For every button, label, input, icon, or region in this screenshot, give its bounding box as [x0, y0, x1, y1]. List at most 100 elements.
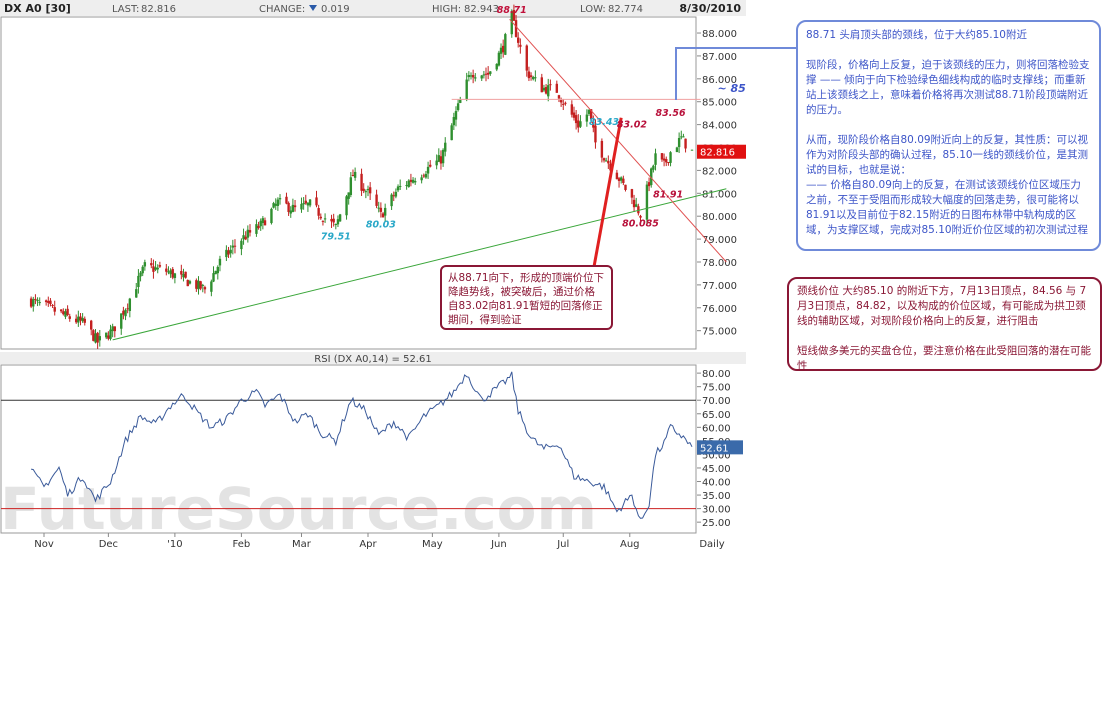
candle-body	[197, 280, 200, 290]
symbol-label: DX A0 [30]	[4, 2, 71, 15]
candle-body	[81, 317, 84, 322]
candle-body	[293, 205, 297, 208]
candle-body	[158, 265, 162, 267]
high-value: 82.943	[464, 4, 499, 15]
candle-body	[572, 112, 576, 118]
candle-body	[107, 335, 110, 339]
candle-body	[68, 316, 71, 319]
low-label: LOW:	[580, 4, 606, 15]
candle-body	[248, 230, 252, 233]
candle-body	[143, 262, 147, 267]
candle-body	[323, 218, 327, 220]
candle-body	[619, 177, 623, 181]
candle-body	[544, 87, 548, 94]
candle-body	[439, 156, 443, 164]
candle-body	[429, 164, 432, 167]
candle-body	[77, 316, 80, 323]
rsi-tick-label: 30.00	[702, 505, 731, 516]
rsi-value-tag-label: 52.61	[700, 443, 729, 454]
chart-panel: DX A0 [30] LAST: 82.816 CHANGE: 0.019 HI…	[0, 0, 766, 550]
candle-body	[225, 249, 228, 258]
candle-body	[489, 71, 492, 74]
rsi-tick-label: 35.00	[702, 491, 731, 502]
neckline-analysis-note: 88.71 头肩顶头部的颈线，位于大约85.10附近 现阶段，价格向上反复，迫于…	[796, 20, 1101, 251]
candle-body	[654, 153, 657, 165]
candle-body	[242, 235, 245, 240]
candle-body	[347, 192, 350, 199]
price-chart-svg: DX A0 [30] LAST: 82.816 CHANGE: 0.019 HI…	[0, 0, 766, 550]
candle-body	[366, 189, 370, 191]
candle-body	[291, 204, 295, 212]
candle-body	[300, 203, 303, 210]
x-tick-label: Nov	[34, 539, 54, 550]
candle-body	[244, 236, 247, 240]
candle-body	[450, 125, 453, 141]
candle-body	[83, 318, 86, 323]
candle-body	[165, 268, 168, 272]
candle-body	[532, 76, 535, 80]
candle-body	[540, 77, 544, 93]
candle-body	[437, 155, 441, 162]
date-label: 8/30/2010	[679, 2, 741, 15]
candle-body	[547, 85, 550, 97]
candle-body	[486, 72, 490, 75]
candle-body	[29, 298, 33, 307]
candle-body	[362, 188, 365, 191]
candle-body	[182, 274, 185, 278]
candle-body	[308, 199, 312, 206]
candle-body	[525, 45, 528, 71]
change-label: CHANGE:	[259, 4, 305, 15]
candle-body	[137, 275, 140, 288]
x-tick-label: Feb	[233, 539, 251, 550]
candle-body	[285, 196, 288, 204]
candle-body	[231, 245, 235, 248]
candle-body	[212, 273, 215, 282]
candle-body	[317, 208, 320, 216]
candle-body	[180, 271, 183, 275]
candle-body	[201, 284, 204, 286]
x-tick-label: Dec	[99, 539, 118, 550]
candle-body	[577, 120, 580, 128]
candle-body	[274, 203, 277, 206]
last-price-tag-label: 82.816	[700, 148, 735, 159]
candle-body	[377, 207, 380, 209]
candle-body	[306, 202, 310, 206]
candle-body	[602, 158, 606, 161]
candle-body	[669, 152, 672, 163]
candle-body	[79, 316, 82, 321]
price-annotation: ~ 85.10	[717, 82, 746, 95]
candle-body	[647, 182, 651, 187]
candle-body	[272, 203, 275, 208]
candle-body	[516, 37, 520, 43]
price-annotation: 81.91	[653, 189, 683, 200]
price-annotation: 79.51	[321, 231, 351, 242]
candle-body	[459, 99, 462, 103]
rsi-tick-label: 45.00	[702, 464, 731, 475]
candle-body	[257, 225, 260, 229]
candle-body	[44, 300, 48, 303]
candle-body	[379, 207, 383, 212]
candle-body	[600, 140, 604, 158]
candle-body	[501, 45, 505, 53]
candle-body	[120, 313, 123, 329]
candle-body	[287, 202, 290, 212]
candle-body	[173, 273, 177, 279]
candle-body	[587, 109, 591, 114]
rsi-tick-label: 60.00	[702, 423, 731, 434]
candle-body	[105, 332, 108, 338]
candle-body	[677, 138, 681, 148]
candle-body	[471, 75, 475, 78]
candle-body	[542, 87, 546, 91]
price-tick-label: 82.000	[702, 166, 737, 177]
candle-body	[188, 281, 192, 284]
price-tick-label: 81.000	[702, 189, 737, 200]
candle-body	[684, 138, 687, 149]
candle-body	[315, 197, 318, 206]
candle-body	[319, 216, 322, 219]
price-tick-label: 75.000	[702, 327, 737, 338]
candle-body	[364, 191, 368, 193]
candle-body	[444, 142, 447, 152]
candle-body	[141, 266, 144, 274]
price-annotation: 83.56	[656, 108, 686, 119]
low-value: 82.774	[608, 4, 643, 15]
